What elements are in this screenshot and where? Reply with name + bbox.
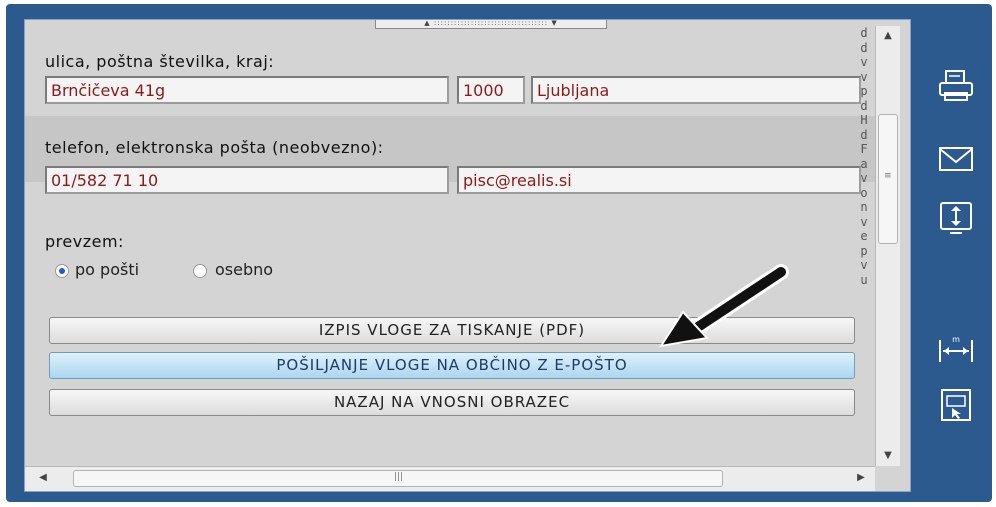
vertical-scrollbar[interactable]: ▲ ≡ ▼ [875, 26, 900, 466]
send-email-button[interactable]: POŠILJANJE VLOGE NA OBČINO Z E-POŠTO [49, 352, 855, 379]
fit-height-icon[interactable] [936, 200, 976, 236]
svg-text:m: m [952, 335, 960, 344]
fit-width-icon[interactable]: m [936, 330, 976, 366]
email-input[interactable]: pisc@realis.si [457, 166, 861, 194]
radio-osebno[interactable] [193, 264, 207, 278]
postal-code-input[interactable]: 1000 [457, 76, 525, 104]
top-resize-handle[interactable]: ▲ :::::::::::::::::::::::::::::::::: ▼ [375, 20, 607, 29]
grip-icon: ≡ [884, 171, 892, 181]
scroll-down-icon[interactable]: ▼ [878, 450, 898, 461]
mail-icon[interactable] [936, 142, 976, 178]
horizontal-scrollbar[interactable]: ◀ ||| ▶ [25, 466, 875, 491]
printer-icon[interactable] [936, 68, 976, 104]
radio-po-posti-label: po pošti [75, 260, 140, 279]
address-label: ulica, poštna številka, kraj: [45, 52, 275, 71]
radio-osebno-label: osebno [215, 260, 274, 279]
side-letter-column: ddvvpdHdFavonvepvu [860, 26, 868, 287]
zoom-icon[interactable] [936, 388, 976, 424]
contact-label: telefon, elektronska pošta (neobvezno): [45, 138, 384, 157]
radio-po-posti[interactable] [55, 264, 69, 278]
grip-icon: ||| [394, 472, 404, 482]
pointer-arrow-icon [658, 264, 789, 348]
scroll-left-icon[interactable]: ◀ [33, 472, 53, 483]
pickup-label: prevzem: [45, 232, 124, 251]
scroll-right-icon[interactable]: ▶ [851, 472, 871, 483]
back-to-form-button[interactable]: NAZAJ NA VNOSNI OBRAZEC [49, 389, 855, 416]
city-input[interactable]: Ljubljana [531, 76, 861, 104]
street-input[interactable]: Brnčičeva 41g [45, 76, 449, 104]
scroll-up-icon[interactable]: ▲ [878, 30, 898, 41]
phone-input[interactable]: 01/582 71 10 [45, 166, 449, 194]
horizontal-scroll-thumb[interactable]: ||| [73, 470, 723, 487]
viewer-frame: ▲ :::::::::::::::::::::::::::::::::: ▼ u… [6, 4, 992, 502]
vertical-scroll-thumb[interactable]: ≡ [878, 114, 898, 244]
form-panel: ▲ :::::::::::::::::::::::::::::::::: ▼ u… [24, 19, 911, 492]
